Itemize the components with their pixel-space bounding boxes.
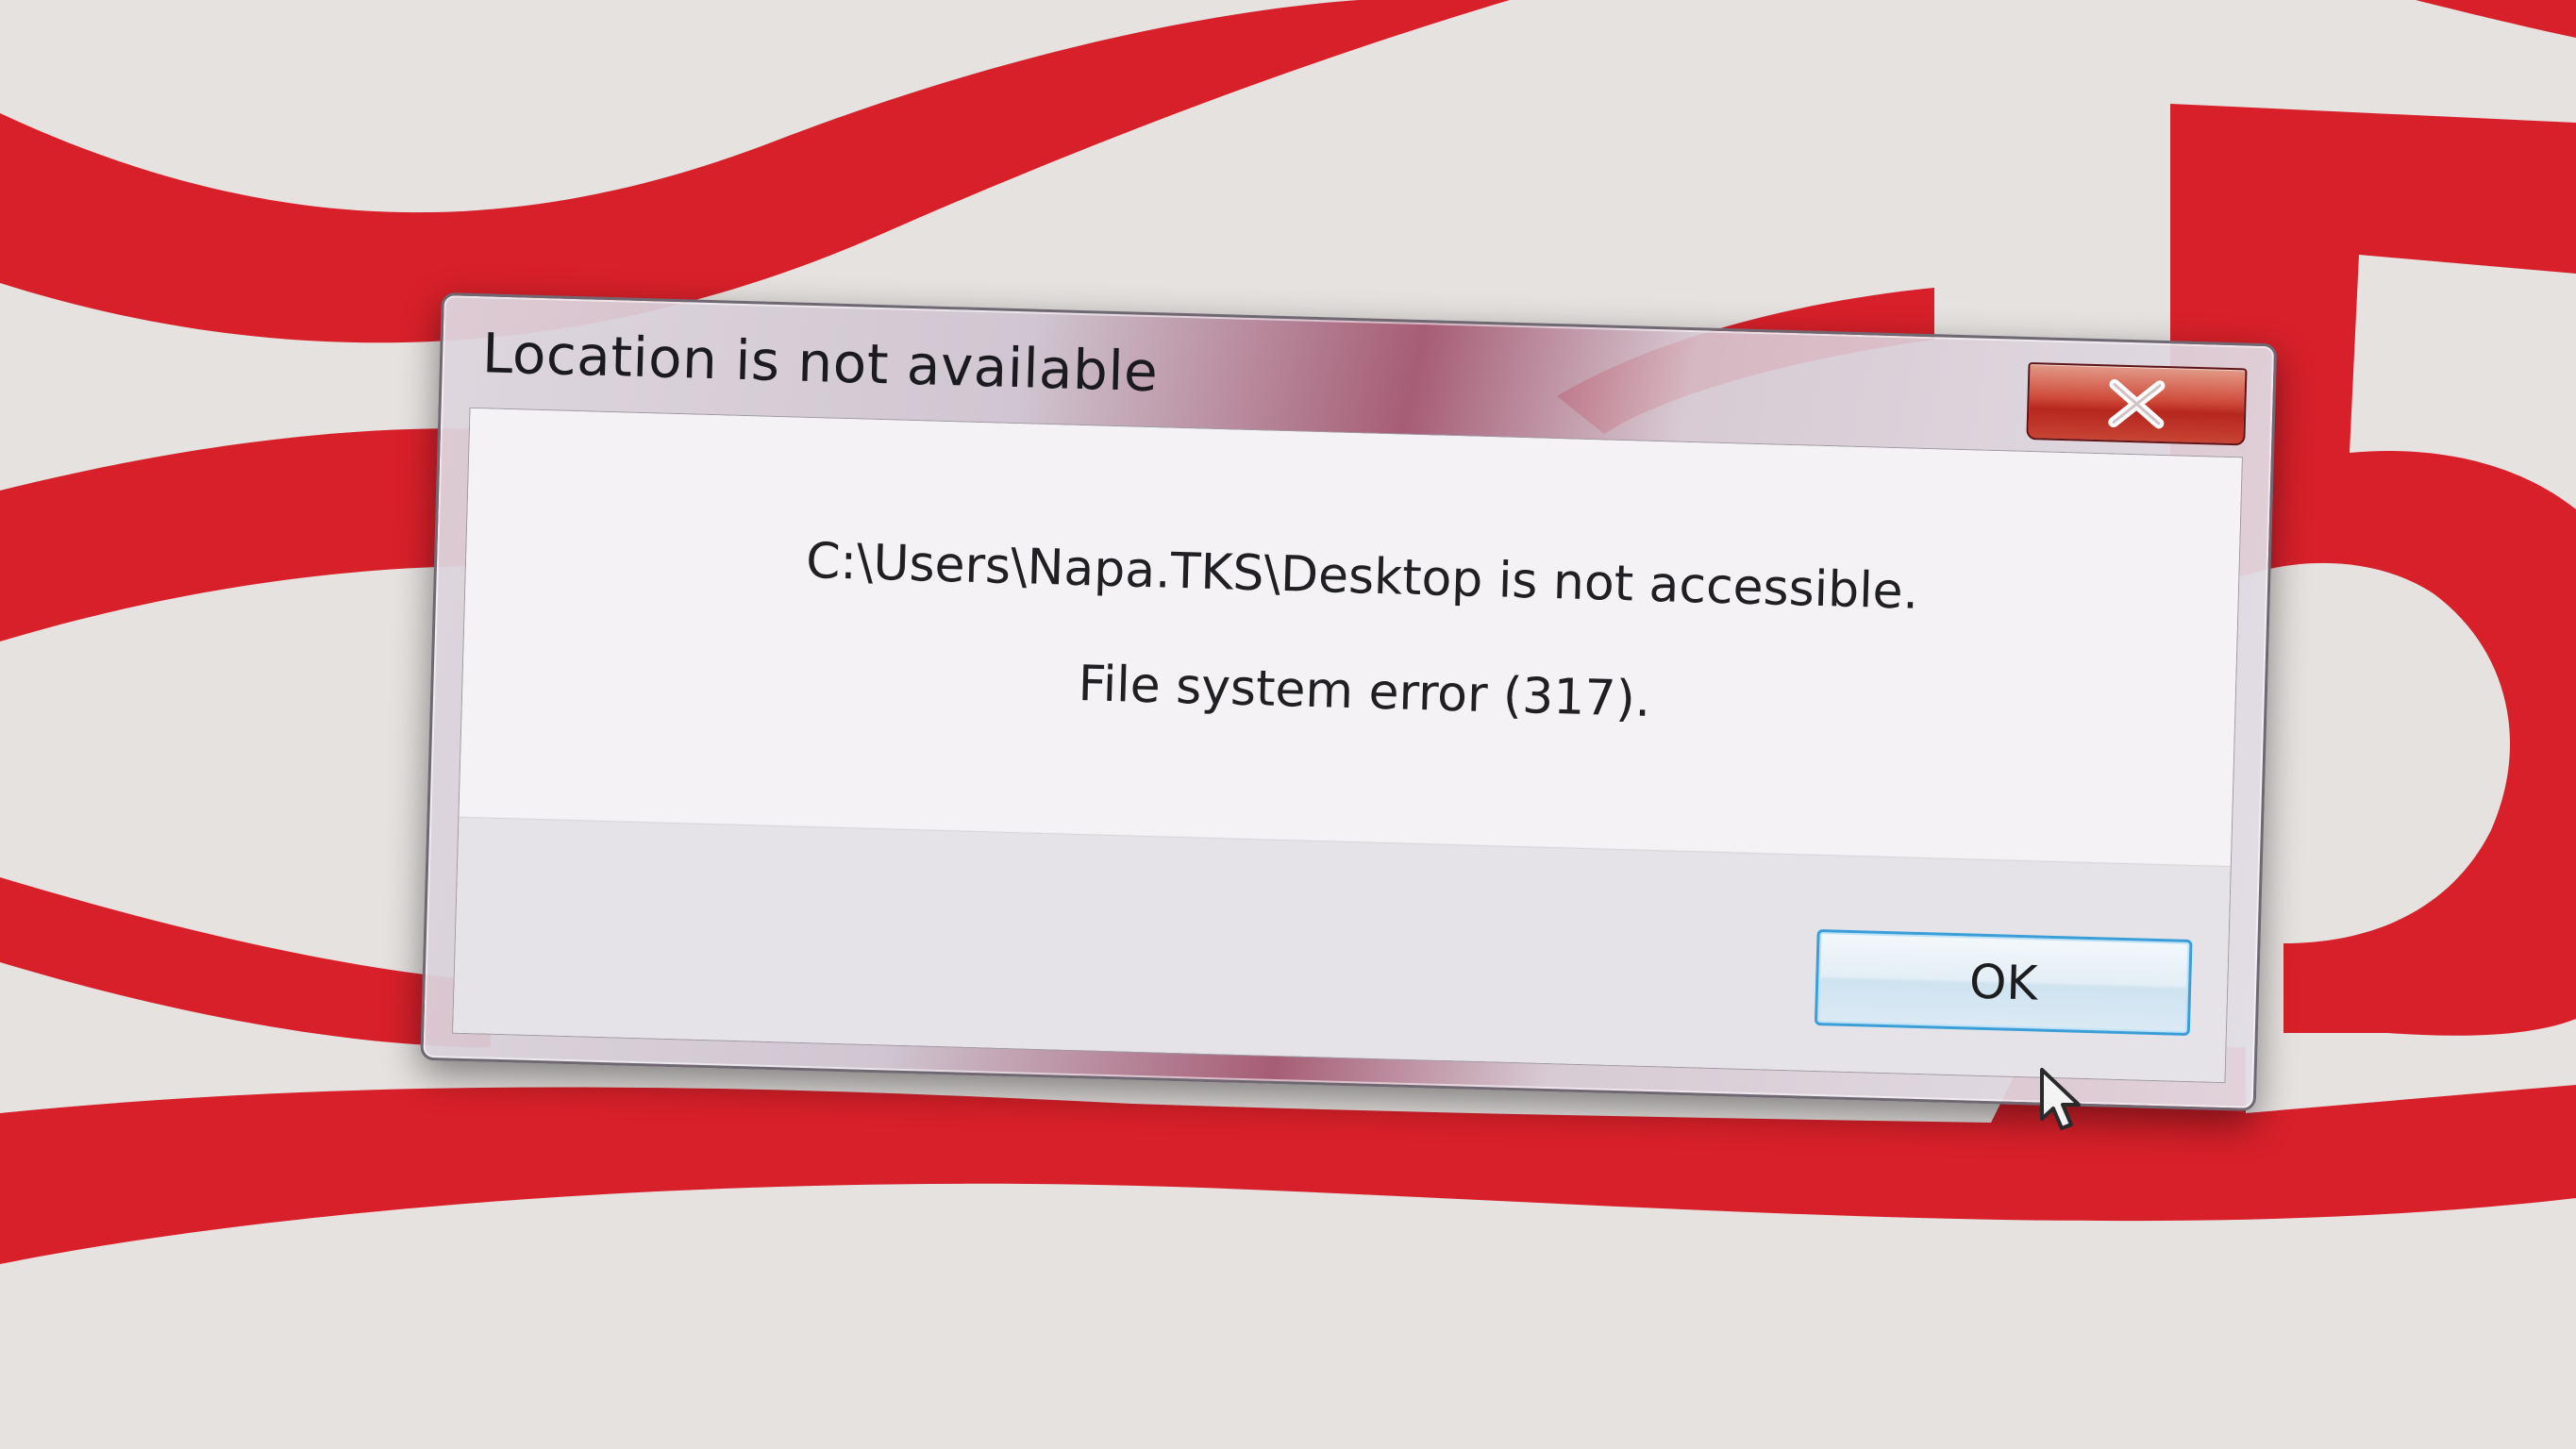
close-icon — [2108, 379, 2166, 429]
ok-button-label: OK — [1968, 954, 2039, 1011]
error-code-message: File system error (317). — [1077, 656, 1652, 728]
mouse-pointer-icon — [2040, 1068, 2081, 1130]
dialog-content: C:\Users\Napa.TKS\Desktop is not accessi… — [452, 407, 2243, 1084]
message-area: C:\Users\Napa.TKS\Desktop is not accessi… — [459, 408, 2242, 866]
ok-button[interactable]: OK — [1814, 928, 2193, 1037]
close-button[interactable] — [2026, 361, 2248, 446]
dialog-title: Location is not available — [481, 321, 1160, 405]
desktop-screen: Location is not available C:\Users\Napa.… — [0, 0, 2576, 1449]
error-message: C:\Users\Napa.TKS\Desktop is not accessi… — [805, 532, 1919, 621]
error-dialog: Location is not available C:\Users\Napa.… — [420, 292, 2278, 1112]
